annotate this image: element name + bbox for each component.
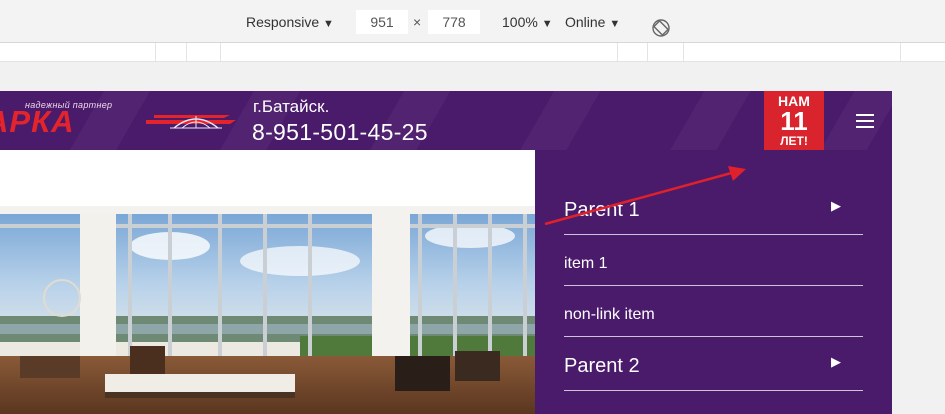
anniversary-badge: НАМ 11 ЛЕТ! <box>764 91 824 150</box>
emulated-page: надежный партнер АРКА г.Батайск. 8-951-5… <box>0 91 892 414</box>
site-header: надежный партнер АРКА г.Батайск. 8-951-5… <box>0 91 892 150</box>
dropdown-arrow-icon: ▼ <box>541 18 553 30</box>
hamburger-menu-icon[interactable] <box>856 114 874 128</box>
submenu-arrow-icon: ▶ <box>831 354 841 369</box>
menu-item-label: item 1 <box>564 255 608 272</box>
badge-line-2: 11 <box>780 106 808 136</box>
hero-banner <box>0 150 535 414</box>
device-mode-label: Responsive <box>246 14 320 30</box>
interior-photo <box>0 206 535 414</box>
rotate-icon[interactable] <box>651 11 671 37</box>
media-query-bar[interactable] <box>0 43 945 62</box>
dropdown-arrow-icon: ▼ <box>323 18 334 30</box>
phone-number[interactable]: 8-951-501-45-25 <box>252 119 428 146</box>
menu-item-label: non-link item <box>564 306 655 323</box>
submenu-arrow-icon: ▶ <box>831 198 841 213</box>
menu-item-label: Parent 1 <box>564 199 640 221</box>
logo-emblem-icon <box>146 104 236 139</box>
menu-item-item-1[interactable]: item 1 <box>564 235 863 286</box>
dropdown-arrow-icon: ▼ <box>609 18 621 30</box>
menu-item-parent-2[interactable]: Parent 2 ▶ <box>564 337 863 391</box>
width-input[interactable]: 951 <box>356 10 408 34</box>
menu-item-parent-1[interactable]: Parent 1 ▶ <box>564 150 863 235</box>
height-input[interactable]: 778 <box>428 10 480 34</box>
device-mode-dropdown[interactable]: Responsive ▼ <box>246 0 334 42</box>
menu-item-non-link: non-link item <box>564 286 863 337</box>
network-label: Online <box>565 14 606 30</box>
menu-item-label: Parent 2 <box>564 355 640 377</box>
times-sign: × <box>413 14 422 30</box>
zoom-dropdown[interactable]: 100% ▼ <box>502 0 553 42</box>
city-label: г.Батайск. <box>253 97 330 116</box>
zoom-label: 100% <box>502 14 538 30</box>
mobile-menu: Parent 1 ▶ item 1 non-link item Parent 2… <box>535 150 892 414</box>
badge-line-3: ЛЕТ! <box>780 134 808 148</box>
network-throttle-dropdown[interactable]: Online ▼ <box>565 0 620 42</box>
logo-text[interactable]: АРКА <box>0 105 75 139</box>
device-toolbar: Responsive ▼ 951 × 778 100% ▼ Online ▼ <box>0 0 945 43</box>
